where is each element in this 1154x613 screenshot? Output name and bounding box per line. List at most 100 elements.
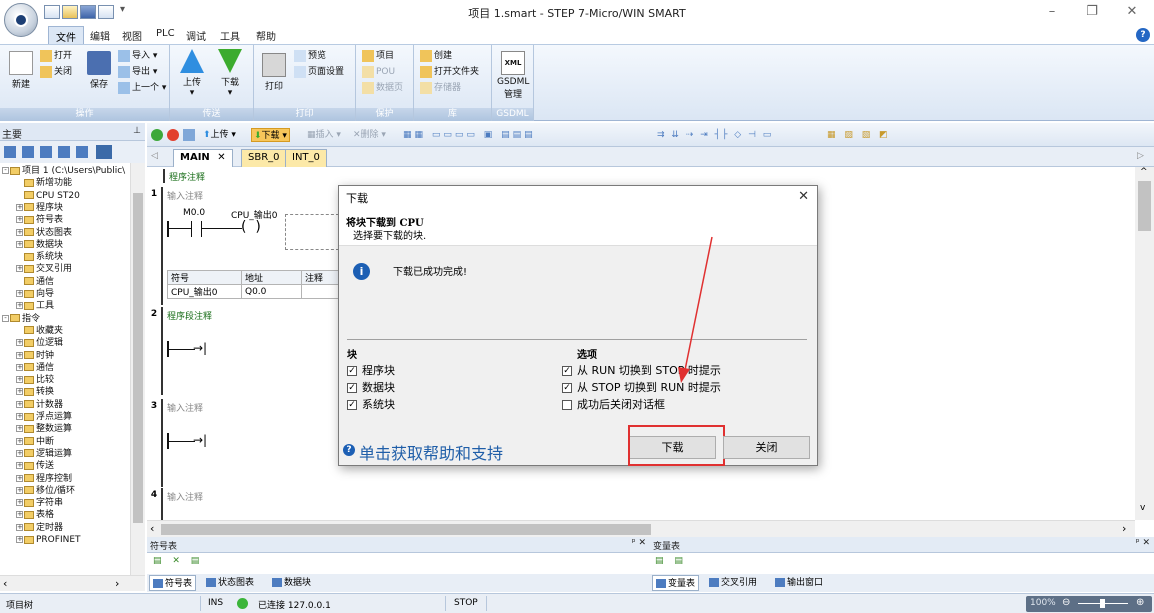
scroll-right-icon[interactable]: › <box>1122 522 1126 535</box>
gsdml-manage-button[interactable]: XML GSDML 管理 <box>497 51 529 100</box>
scroll-left-icon[interactable]: ‹ <box>3 577 7 590</box>
previous-button[interactable]: 上一个 ▾ <box>118 81 166 96</box>
expand-icon[interactable]: + <box>16 400 23 408</box>
collapse-icon[interactable]: - <box>2 167 9 174</box>
compile-icon[interactable] <box>183 129 195 141</box>
tree-item[interactable]: + PROFINET <box>16 534 81 546</box>
expand-icon[interactable]: + <box>16 388 23 396</box>
tree-item[interactable]: + 中断 <box>16 436 54 448</box>
expand-icon[interactable]: + <box>16 290 23 297</box>
open-folder-button[interactable]: 打开文件夹 <box>420 65 479 80</box>
pou-protect-button[interactable]: POU <box>362 65 395 80</box>
tab-variable-table[interactable]: 变量表 <box>652 575 700 591</box>
editor-vscrollbar[interactable]: ^ v <box>1135 167 1154 520</box>
memory-button[interactable]: 存储器 <box>420 81 461 96</box>
expand-icon[interactable]: + <box>16 351 23 359</box>
tree-scrollbar[interactable] <box>130 163 145 575</box>
menu-edit[interactable]: 编辑 <box>90 28 110 43</box>
close-button[interactable]: 关闭 <box>723 436 810 459</box>
save-icon[interactable] <box>80 5 96 19</box>
tree-item[interactable]: + 通信 <box>16 362 54 374</box>
toolbar-download-button[interactable]: ⬇下载 ▾ <box>251 128 290 142</box>
contact-element[interactable] <box>191 221 192 237</box>
close-window-icon[interactable]: ✕ <box>1120 4 1144 20</box>
expand-icon[interactable]: + <box>16 376 23 384</box>
tab-scroll-left-icon[interactable]: ◁ <box>151 151 158 161</box>
quick-access-dropdown-icon[interactable]: ▾ <box>120 4 125 15</box>
tree-item[interactable]: + 向导 <box>16 288 54 300</box>
expand-icon[interactable]: + <box>16 499 23 507</box>
scroll-down-icon[interactable]: v <box>1140 503 1145 513</box>
menu-tools[interactable]: 工具 <box>220 28 240 43</box>
expand-icon[interactable]: + <box>16 486 23 494</box>
tree-item[interactable]: + 交叉引用 <box>16 263 72 275</box>
network-comment[interactable]: 输入注释 <box>167 490 203 503</box>
save-button[interactable]: 保存 <box>84 51 114 90</box>
tree-tool-icon[interactable] <box>4 146 16 158</box>
close-tab-icon[interactable]: ✕ <box>217 152 225 163</box>
tree-item[interactable]: 通信 <box>16 276 54 288</box>
toolbar-insert-button[interactable]: ▦插入 ▾ <box>307 128 341 142</box>
tab-status-chart[interactable]: 状态图表 <box>203 575 257 591</box>
expand-icon[interactable]: + <box>16 240 23 248</box>
pin-close-icon[interactable]: ᵖ ✕ <box>1136 538 1150 548</box>
tree-item[interactable]: + 传送 <box>16 460 54 472</box>
close-on-success-checkbox[interactable]: 成功后关闭对话框 <box>562 397 665 412</box>
print-icon[interactable] <box>98 5 114 19</box>
pin-icon[interactable]: ⊥ <box>133 126 141 136</box>
tree-item[interactable]: + 符号表 <box>16 214 63 226</box>
restore-icon[interactable]: ❐ <box>1080 4 1104 20</box>
tree-item[interactable]: 系统块 <box>16 251 63 263</box>
toolbar-delete-button[interactable]: ✕删除 ▾ <box>353 128 386 142</box>
tree-item[interactable]: + 比较 <box>16 374 54 386</box>
tree-item[interactable]: + 定时器 <box>16 522 63 534</box>
collapse-icon[interactable]: - <box>2 314 9 322</box>
tree-item[interactable]: CPU ST20 <box>16 190 80 202</box>
expand-icon[interactable]: + <box>16 425 23 433</box>
tree-item[interactable]: + 数据块 <box>16 239 63 251</box>
tree-tool-icon[interactable] <box>96 145 112 159</box>
close-button[interactable]: 关闭 <box>40 65 72 80</box>
tree-item[interactable]: + 整数运算 <box>16 423 72 435</box>
help-support-link[interactable]: 单击获取帮助和支持 <box>359 440 503 464</box>
network-comment[interactable]: 输入注释 <box>167 401 203 414</box>
scroll-right-icon[interactable]: › <box>115 577 119 590</box>
tree-item[interactable]: + 工具 <box>16 300 54 312</box>
create-library-button[interactable]: 创建 <box>420 49 452 64</box>
stop-icon[interactable] <box>167 129 179 141</box>
tab-cross-reference[interactable]: 交叉引用 <box>706 575 760 591</box>
tree-item[interactable]: 收藏夹 <box>16 325 63 337</box>
program-block-checkbox[interactable]: ✓ 程序块 <box>347 363 395 378</box>
expand-icon[interactable]: + <box>16 413 23 420</box>
zoom-in-icon[interactable]: ⊕ <box>1136 597 1144 608</box>
menu-file[interactable]: 文件 <box>48 26 84 44</box>
tree-item[interactable]: + 计数器 <box>16 399 63 411</box>
expand-icon[interactable]: + <box>16 523 23 531</box>
import-button[interactable]: 导入 ▾ <box>118 49 157 64</box>
tab-main[interactable]: MAIN ✕ <box>173 149 233 167</box>
expand-icon[interactable]: + <box>16 265 23 273</box>
tree-item[interactable]: + 表格 <box>16 509 54 521</box>
pin-close-icon[interactable]: ᵖ ✕ <box>632 538 646 548</box>
zoom-out-icon[interactable]: ⊖ <box>1062 597 1070 608</box>
expand-icon[interactable]: + <box>16 437 23 445</box>
ladder-tool-icons[interactable]: ⇉ ⇊ ⇢ ⇥ ┤├ ◇ ⊣ ▭ <box>657 128 773 142</box>
tree-item[interactable]: + 浮点运算 <box>16 411 72 423</box>
tab-output-window[interactable]: 输出窗口 <box>772 575 826 591</box>
network-comment[interactable]: 输入注释 <box>167 189 203 202</box>
variable-toolbar-icons[interactable]: ▤ ▤ <box>655 556 745 568</box>
tree-item[interactable]: + 程序控制 <box>16 473 72 485</box>
menu-plc[interactable]: PLC <box>156 28 175 42</box>
tree-item[interactable]: - 项目 1 (C:\Users\Public\ <box>2 165 125 177</box>
toolbar-upload-button[interactable]: ⬆上传 ▾ <box>203 128 236 142</box>
datapage-protect-button[interactable]: 数据页 <box>362 81 403 96</box>
expand-icon[interactable]: + <box>16 511 23 519</box>
tree-item[interactable]: + 转换 <box>16 386 54 398</box>
minimize-icon[interactable]: – <box>1040 4 1064 20</box>
project-protect-button[interactable]: 项目 <box>362 49 394 64</box>
tree-item[interactable]: + 逻辑运算 <box>16 448 72 460</box>
expand-icon[interactable]: + <box>16 462 23 470</box>
menu-help[interactable]: 帮助 <box>256 28 276 43</box>
scroll-up-icon[interactable]: ^ <box>1140 167 1148 177</box>
tab-data-block[interactable]: 数据块 <box>269 575 314 591</box>
